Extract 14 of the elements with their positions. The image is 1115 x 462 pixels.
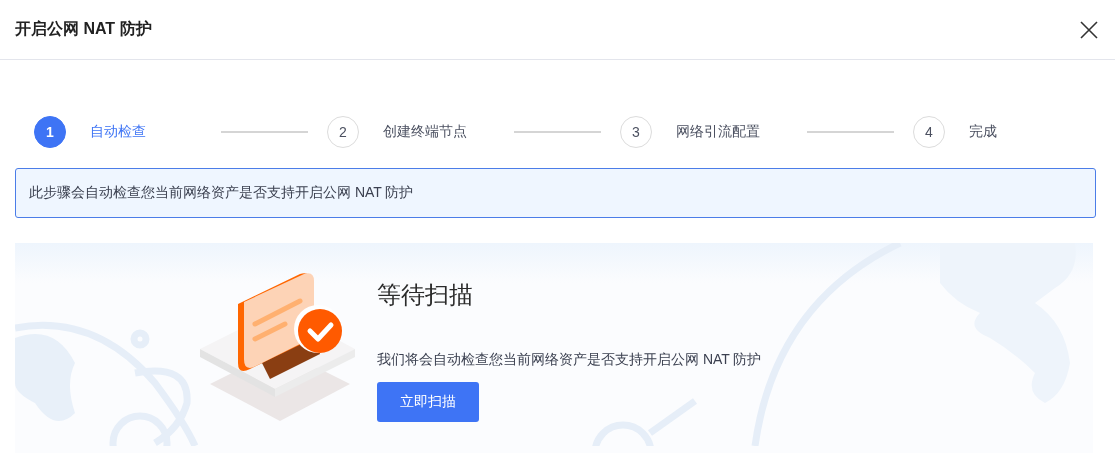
scan-now-button[interactable]: 立即扫描 — [377, 382, 479, 422]
step-number: 3 — [620, 116, 652, 148]
dialog-title: 开启公网 NAT 防护 — [15, 19, 152, 39]
notice-banner: 此步骤会自动检查您当前网络资产是否支持开启公网 NAT 防护 — [15, 168, 1096, 218]
step-number: 4 — [913, 116, 945, 148]
step-label: 网络引流配置 — [676, 123, 760, 141]
scan-title: 等待扫描 — [377, 280, 473, 310]
step-number: 2 — [327, 116, 359, 148]
scan-description: 我们将会自动检查您当前网络资产是否支持开启公网 NAT 防护 — [377, 351, 762, 369]
step-label: 自动检查 — [90, 123, 146, 141]
step-label: 完成 — [969, 123, 997, 141]
close-icon[interactable] — [1080, 20, 1098, 39]
step-number: 1 — [34, 116, 66, 148]
step-label: 创建终端节点 — [383, 123, 467, 141]
